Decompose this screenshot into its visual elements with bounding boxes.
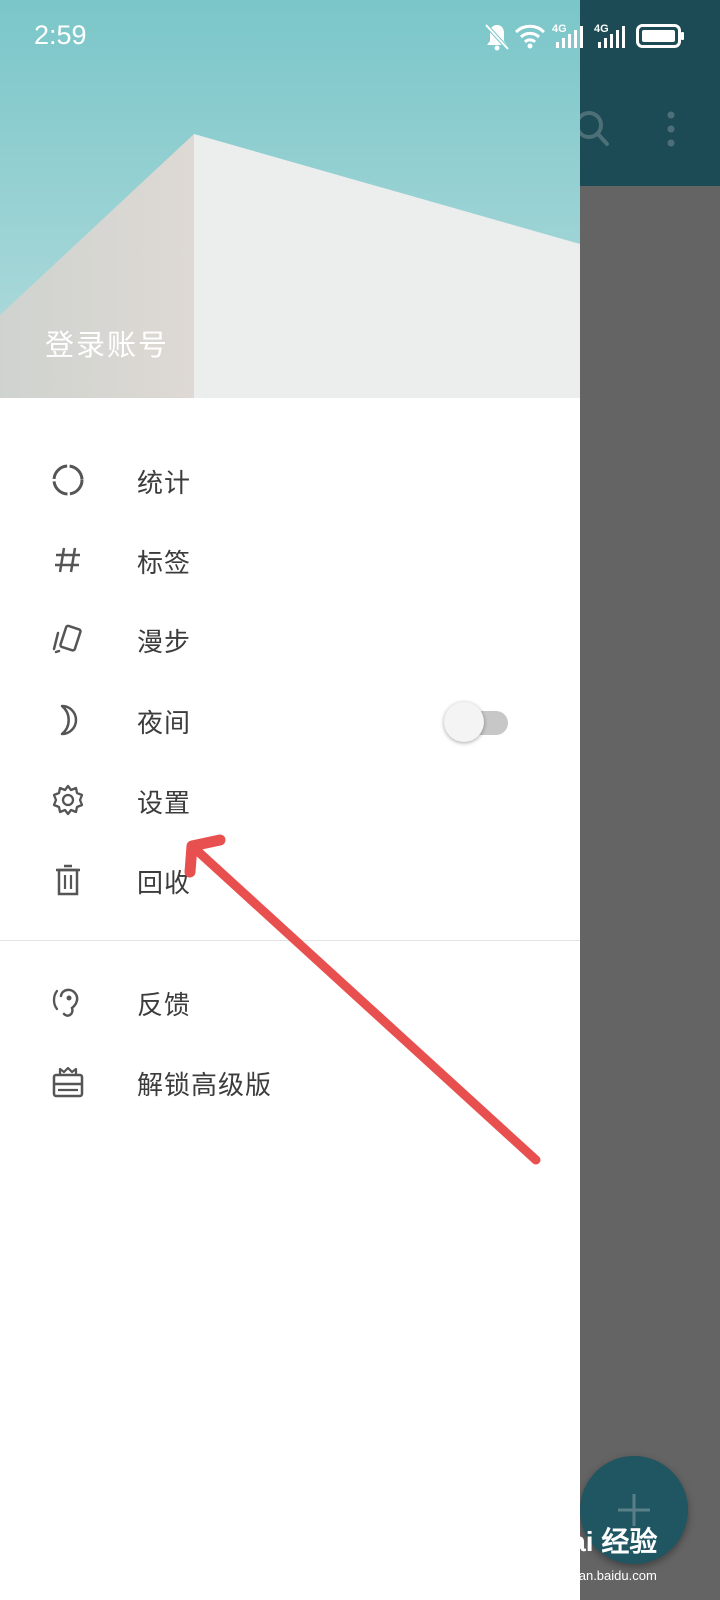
- more-vert-icon[interactable]: [664, 110, 678, 148]
- menu-item-label: 设置: [137, 789, 192, 819]
- menu-divider: [0, 940, 580, 941]
- stats-icon: [52, 464, 84, 496]
- hashtag-icon: [55, 547, 80, 573]
- network-type-label: 4G: [594, 23, 609, 35]
- menu-item-tags[interactable]: 标签: [0, 525, 580, 595]
- baidu-jingyan-watermark: Bai 经验 jingyan.baidu.com: [550, 1520, 710, 1592]
- trash-icon: [56, 864, 80, 896]
- menu-item-feedback[interactable]: 反馈: [0, 967, 580, 1037]
- mute-bell-icon: [484, 23, 510, 51]
- menu-item-label: 漫步: [137, 628, 192, 658]
- watermark-logo-text: Bai 经验: [550, 1526, 658, 1557]
- status-bar: 2:59 4G 4G: [0, 0, 720, 78]
- toggle-thumb: [444, 702, 484, 742]
- menu-item-unlock-premium[interactable]: 解锁高级版: [0, 1047, 580, 1117]
- menu-item-label: 夜间: [137, 709, 192, 739]
- menu-item-label: 统计: [137, 469, 192, 499]
- moon-icon: [60, 704, 78, 736]
- menu-item-label: 解锁高级版: [137, 1071, 273, 1101]
- status-time: 2:59: [34, 20, 87, 50]
- gear-icon: [52, 784, 84, 816]
- signal-4g-icon: 4G: [594, 23, 625, 48]
- watermark-url: jingyan.baidu.com: [552, 1568, 657, 1583]
- menu-item-label: 标签: [137, 549, 192, 579]
- login-account-link[interactable]: 登录账号: [45, 322, 169, 364]
- network-type-label: 4G: [552, 23, 567, 35]
- feedback-ear-icon: [52, 988, 79, 1017]
- menu-item-recycle-bin[interactable]: 回收: [0, 845, 580, 915]
- wifi-icon: [514, 24, 546, 49]
- menu-item-statistics[interactable]: 统计: [0, 445, 580, 515]
- menu-item-night-mode[interactable]: 夜间: [0, 685, 580, 755]
- menu-item-settings[interactable]: 设置: [0, 765, 580, 835]
- menu-item-label: 反馈: [137, 991, 192, 1021]
- menu-item-label: 回收: [137, 869, 192, 899]
- navigation-drawer: 登录账号 统计 标签 漫步 夜间 设置 回收 反馈 解锁高级版: [0, 0, 580, 1600]
- battery-icon: [636, 24, 684, 48]
- cards-icon: [52, 624, 82, 654]
- menu-item-wander[interactable]: 漫步: [0, 604, 580, 674]
- gift-icon: [52, 1066, 84, 1098]
- night-mode-toggle[interactable]: [444, 701, 510, 742]
- signal-4g-icon: 4G: [552, 23, 583, 48]
